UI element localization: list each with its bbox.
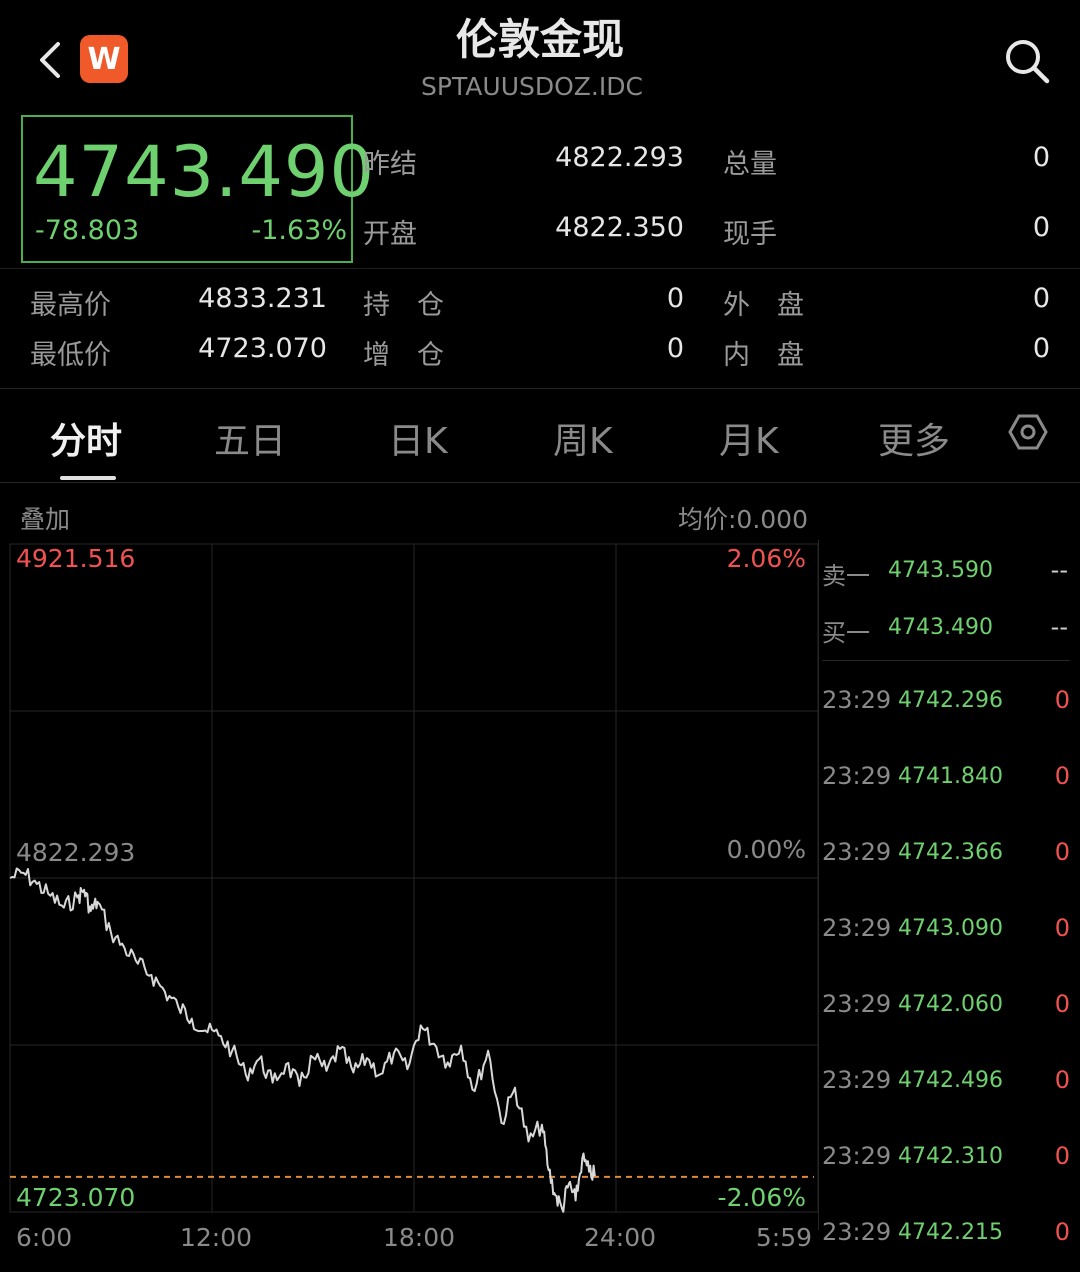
overlay-button[interactable]: 叠加 (20, 500, 70, 536)
open-label: 开盘 (363, 219, 417, 250)
chart-mid-percent: 0.00% (726, 835, 806, 864)
trade-volume: 0 (1054, 838, 1070, 866)
trade-price: 4742.296 (898, 688, 1003, 713)
trade-price: 4742.496 (898, 1068, 1003, 1093)
chart-bottom-percent: -2.06% (717, 1183, 806, 1212)
current-lot-value: 0 (1032, 212, 1050, 243)
ask-one-volume: -- (1050, 556, 1068, 584)
trade-time: 23:29 (822, 838, 892, 866)
settings-icon[interactable] (1008, 412, 1048, 452)
trade-time: 23:29 (822, 762, 892, 790)
x-tick-label: 5:59 (755, 1223, 812, 1252)
chart-top-price: 4921.516 (16, 544, 136, 573)
price-change-percent: -1.63% (251, 215, 347, 246)
chart-mid-price: 4822.293 (16, 838, 136, 867)
x-tick-label: 18:00 (383, 1223, 456, 1252)
last-price: 4743.490 (33, 131, 376, 213)
ask-one-label: 卖一 (822, 562, 870, 590)
tab-monthly-k[interactable]: 月K (719, 412, 779, 464)
tab-more[interactable]: 更多 (878, 412, 950, 464)
trade-volume: 0 (1054, 1218, 1070, 1246)
oi-change-value: 0 (666, 333, 684, 364)
tab-weekly-k[interactable]: 周K (553, 412, 613, 464)
section-divider (0, 388, 1080, 389)
bid-one-price: 4743.490 (888, 615, 993, 640)
low-value: 4723.070 (198, 333, 327, 364)
trade-time: 23:29 (822, 990, 892, 1018)
ask-one-price: 4743.590 (888, 558, 993, 583)
current-lot-label: 现手 (723, 219, 777, 250)
chart-bottom-price: 4723.070 (16, 1183, 136, 1212)
average-price-label: 均价:0.000 (678, 505, 808, 534)
inner-volume-label: 内 盘 (723, 340, 804, 371)
price-line (9, 867, 596, 1213)
tabs-divider (0, 482, 1080, 483)
high-label: 最高价 (30, 290, 111, 321)
x-tick-label: 6:00 (16, 1223, 73, 1252)
trade-volume: 0 (1054, 1066, 1070, 1094)
outer-volume-label: 外 盘 (723, 290, 804, 321)
tab-intraday[interactable]: 分时 (50, 412, 122, 464)
trade-volume: 0 (1054, 762, 1070, 790)
search-icon[interactable] (1002, 36, 1052, 86)
price-change: -78.803 (35, 215, 140, 246)
top-header: W 伦敦金现 SPTAUUSDOZ.IDC (0, 0, 1080, 110)
trade-time: 23:29 (822, 914, 892, 942)
trade-time: 23:29 (822, 1218, 892, 1246)
high-value: 4833.231 (198, 283, 327, 314)
period-tabs: 分时 五日 日K 周K 月K 更多 (0, 392, 1080, 482)
trade-price: 4742.310 (898, 1144, 1003, 1169)
trade-volume: 0 (1054, 686, 1070, 714)
trade-time: 23:29 (822, 686, 892, 714)
total-volume-value: 0 (1032, 142, 1050, 173)
open-interest-value: 0 (666, 283, 684, 314)
open-value: 4822.350 (555, 212, 684, 243)
trade-price: 4742.215 (898, 1220, 1003, 1245)
tab-five-day[interactable]: 五日 (214, 412, 286, 464)
active-tab-indicator (60, 476, 116, 480)
prev-settle-label: 昨结 (363, 149, 417, 180)
intraday-chart[interactable] (0, 540, 818, 1220)
stats-divider (0, 268, 1080, 269)
trade-time: 23:29 (822, 1142, 892, 1170)
price-box: 4743.490 -78.803 -1.63% (21, 115, 374, 263)
x-tick-label: 12:00 (180, 1223, 253, 1252)
outer-volume-value: 0 (1032, 283, 1050, 314)
bid-one-volume: -- (1050, 613, 1068, 641)
trade-price: 4742.366 (898, 840, 1003, 865)
tab-daily-k[interactable]: 日K (388, 412, 448, 464)
total-volume-label: 总量 (723, 149, 777, 180)
chart-top-percent: 2.06% (726, 544, 806, 573)
order-book-divider (822, 660, 1070, 661)
symbol-code: SPTAUUSDOZ.IDC (421, 72, 643, 101)
inner-volume-value: 0 (1032, 333, 1050, 364)
trade-price: 4742.060 (898, 992, 1003, 1017)
bid-one-label: 买一 (822, 619, 870, 647)
trade-price: 4743.090 (898, 916, 1003, 941)
panel-divider (818, 540, 819, 1230)
page-title: 伦敦金现 (455, 15, 624, 64)
x-tick-label: 24:00 (584, 1223, 657, 1252)
open-interest-label: 持 仓 (363, 290, 444, 321)
trade-volume: 0 (1054, 914, 1070, 942)
trade-price: 4741.840 (898, 764, 1003, 789)
oi-change-label: 增 仓 (363, 340, 444, 371)
trade-volume: 0 (1054, 1142, 1070, 1170)
trade-volume: 0 (1054, 990, 1070, 1018)
low-label: 最低价 (30, 340, 111, 371)
trade-time: 23:29 (822, 1066, 892, 1094)
prev-settle-value: 4822.293 (555, 142, 684, 173)
